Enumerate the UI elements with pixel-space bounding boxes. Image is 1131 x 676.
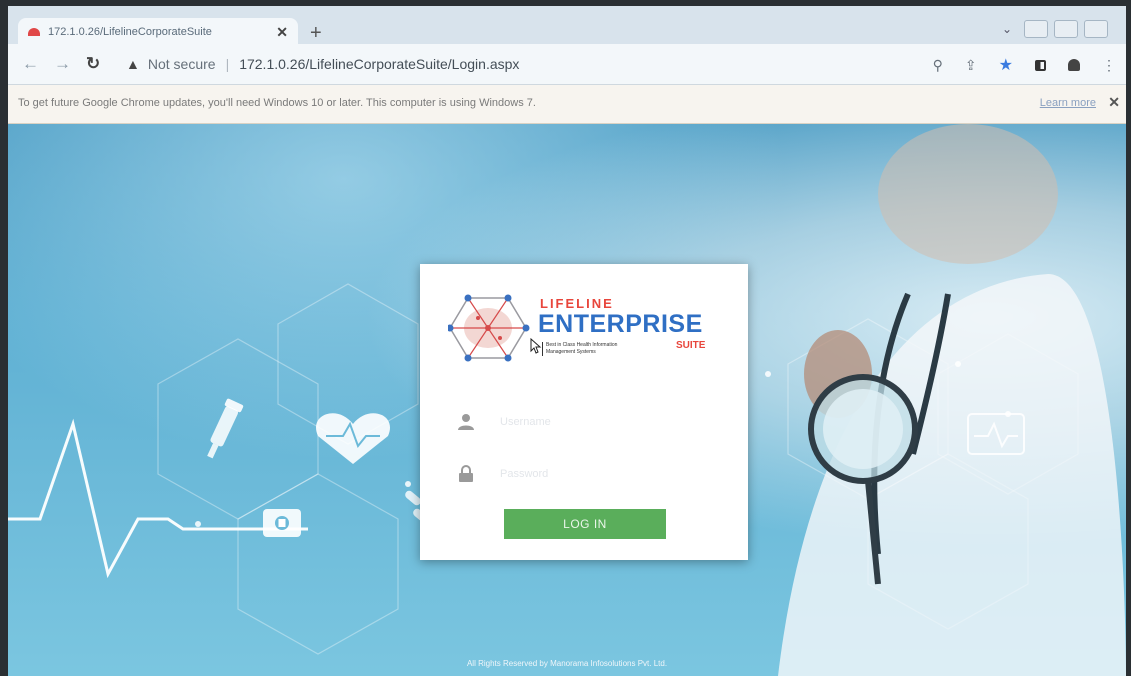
browser-tab-strip: 172.1.0.26/LifelineCorporateSuite ✕ + ⌄ (8, 6, 1126, 46)
brand-tagline-line-2: Management Systems (546, 349, 596, 355)
address-bar[interactable]: ▲ Not secure | 172.1.0.26/LifelineCorpor… (126, 50, 986, 78)
brand-enterprise-text: ENTERPRISE (538, 310, 703, 338)
reload-icon[interactable]: ↻ (86, 54, 100, 74)
tab-close-icon[interactable]: ✕ (276, 24, 288, 41)
maximize-button[interactable] (1054, 20, 1078, 38)
username-field (456, 408, 716, 436)
back-arrow-icon[interactable]: ← (22, 54, 39, 74)
tab-title: 172.1.0.26/LifelineCorporateSuite (48, 26, 212, 38)
login-button[interactable]: LOG IN (504, 509, 666, 539)
brand-tagline: Best in Class Health Information Managem… (542, 342, 656, 356)
brain-network-logo-icon (446, 294, 530, 362)
toolbar-icons: ⚲ ⇪ ★ ⋮ (933, 55, 1116, 75)
menu-icon[interactable]: ⋮ (1102, 57, 1116, 74)
login-card: LIFELINE ENTERPRISE SUITE Best in Class … (420, 264, 748, 560)
new-tab-button[interactable]: + (310, 22, 322, 45)
login-page: LIFELINE ENTERPRISE SUITE Best in Class … (8, 124, 1126, 676)
browser-tab[interactable]: 172.1.0.26/LifelineCorporateSuite ✕ (18, 18, 298, 46)
url-text[interactable]: 172.1.0.26/LifelineCorporateSuite/Login.… (239, 56, 519, 72)
warning-triangle-icon[interactable]: ▲ (126, 56, 140, 72)
monitor-screen: 172.1.0.26/LifelineCorporateSuite ✕ + ⌄ … (8, 6, 1126, 676)
share-icon[interactable]: ⇪ (965, 57, 977, 74)
not-secure-label[interactable]: Not secure (148, 56, 216, 72)
password-field (456, 460, 716, 488)
forward-arrow-icon[interactable]: → (54, 54, 71, 74)
update-infobar: To get future Google Chrome updates, you… (8, 85, 1126, 124)
user-icon (458, 414, 474, 430)
password-input[interactable] (498, 467, 702, 481)
window-close-button[interactable] (1084, 20, 1108, 38)
mouse-cursor-icon (530, 338, 542, 354)
site-favicon-icon (28, 28, 40, 36)
profile-icon[interactable] (1068, 59, 1080, 71)
username-input[interactable] (498, 415, 702, 429)
minimize-button[interactable] (1024, 20, 1048, 38)
window-controls: ⌄ (1002, 20, 1108, 38)
lock-icon (459, 465, 473, 482)
star-icon[interactable]: ★ (999, 55, 1013, 75)
heart-icon (316, 413, 390, 464)
footer-copyright: All Rights Reserved by Manorama Infosolu… (466, 659, 668, 668)
lifeline-logo: LIFELINE ENTERPRISE SUITE Best in Class … (446, 292, 738, 382)
brand-suite-text: SUITE (676, 340, 706, 351)
search-icon[interactable]: ⚲ (933, 57, 943, 74)
tab-search-chevron-icon[interactable]: ⌄ (1002, 22, 1012, 36)
side-panel-icon[interactable] (1035, 59, 1046, 71)
learn-more-link[interactable]: Learn more (1040, 97, 1096, 109)
brand-tagline-line-1: Best in Class Health Information (546, 342, 618, 348)
infobar-message: To get future Google Chrome updates, you… (18, 97, 536, 109)
medical-kit-icon (263, 509, 301, 537)
infobar-close-icon[interactable]: ✕ (1108, 94, 1120, 111)
address-separator: | (225, 56, 230, 72)
browser-toolbar: ← → ↻ ▲ Not secure | 172.1.0.26/Lifeline… (8, 44, 1126, 85)
syringe-icon (207, 398, 244, 459)
brand-lifeline-text: LIFELINE (540, 296, 614, 311)
